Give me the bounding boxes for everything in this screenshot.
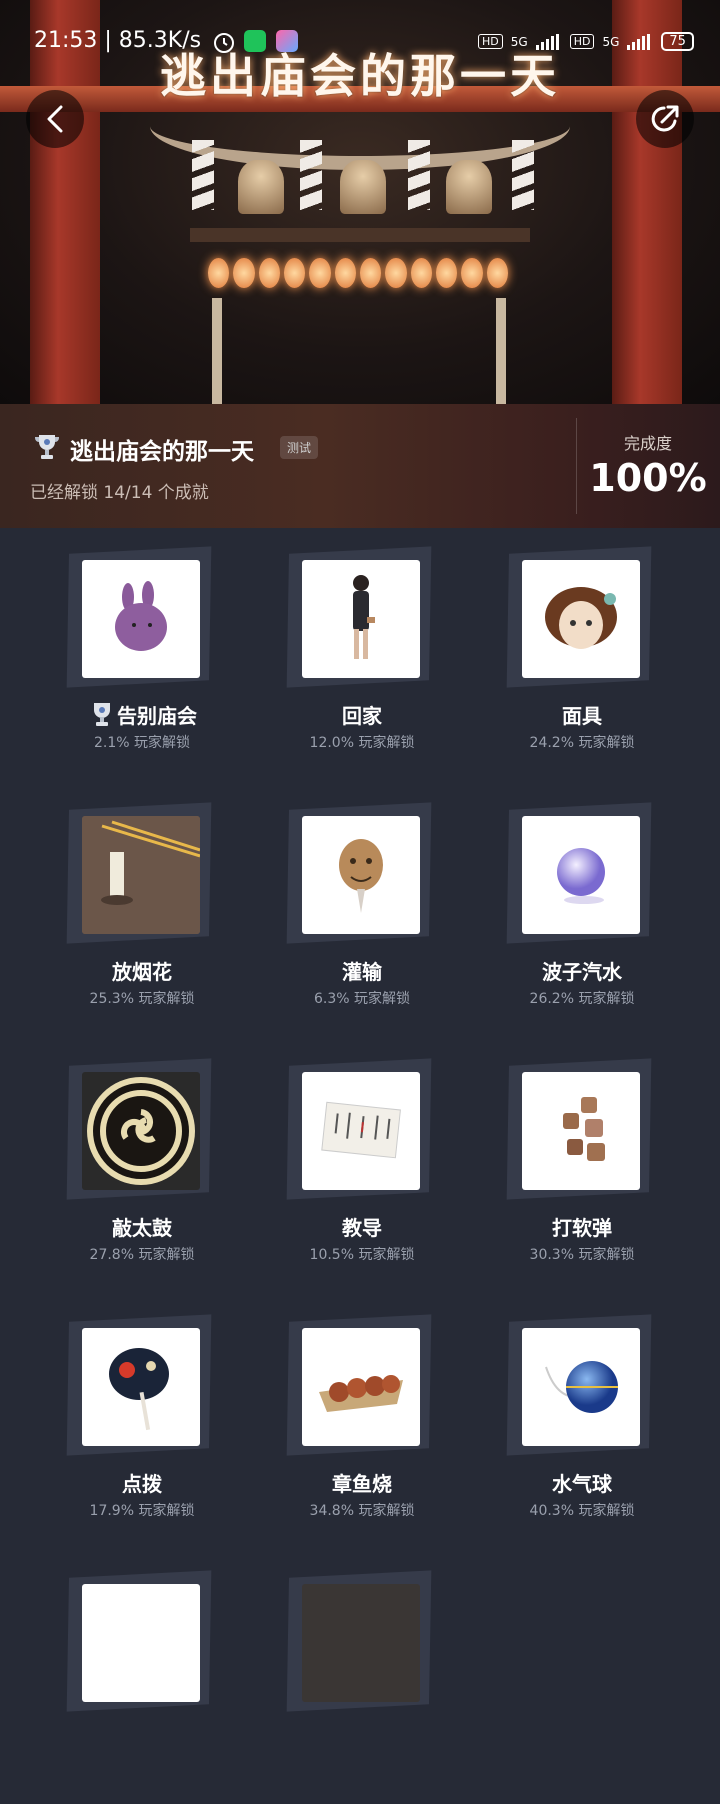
achievement-item[interactable]: 水气球 40.3% 玩家解锁 <box>506 1314 720 1548</box>
achievement-percent: 26.2% 玩家解锁 <box>529 991 635 1007</box>
status-time: 21:53 | 85.3K/s <box>34 28 202 53</box>
bell-icon <box>340 160 386 214</box>
trophy-icon <box>94 703 110 726</box>
achievement-percent: 30.3% 玩家解锁 <box>529 1247 635 1263</box>
share-icon <box>651 105 679 132</box>
shide-paper-icon <box>300 140 322 210</box>
wechat-icon <box>244 30 266 52</box>
candle-sparkler-icon <box>82 816 200 934</box>
shide-paper-icon <box>192 140 214 210</box>
achievement-title: 打软弹 <box>552 1216 612 1240</box>
signal-icon <box>627 33 651 50</box>
water-balloon-icon <box>522 1328 640 1446</box>
share-button[interactable] <box>636 90 694 148</box>
achievement-title: 告别庙会 <box>117 704 197 728</box>
purple-rabbit-icon <box>82 560 200 678</box>
old-man-mask-icon <box>302 816 420 934</box>
achievement-percent: 17.9% 玩家解锁 <box>89 1503 195 1519</box>
achievement-item[interactable]: 打软弹 30.3% 玩家解锁 <box>506 1058 720 1292</box>
signal-icon <box>535 33 559 50</box>
shrine-post <box>212 298 222 404</box>
achievement-title: 水气球 <box>552 1472 612 1496</box>
game-banner: 逃出庙会的那一天 <box>0 0 720 404</box>
bell-icon <box>238 160 284 214</box>
doll-mask-icon <box>522 560 640 678</box>
completion-value: 100% <box>589 456 707 500</box>
battery-icon: 75 <box>661 32 694 51</box>
trophy-icon <box>32 432 62 466</box>
achievement-title: 灌输 <box>342 960 382 984</box>
achievement-percent: 27.8% 玩家解锁 <box>89 1247 195 1263</box>
chevron-left-icon <box>47 105 63 133</box>
achievement-item[interactable] <box>66 1570 282 1804</box>
achievement-percent: 12.0% 玩家解锁 <box>309 735 415 751</box>
achievement-percent: 25.3% 玩家解锁 <box>89 991 195 1007</box>
achievement-item[interactable]: 回家 12.0% 玩家解锁 <box>286 546 502 780</box>
achievement-item[interactable]: 敲太鼓 27.8% 玩家解锁 <box>66 1058 282 1292</box>
hd-badge: HD <box>569 34 595 49</box>
achievement-percent: 34.8% 玩家解锁 <box>309 1503 415 1519</box>
back-button[interactable] <box>26 90 84 148</box>
status-bar: 21:53 | 85.3K/s HD 5G HD 5G 75 <box>0 26 720 60</box>
lantern-row <box>208 258 508 288</box>
achievement-item[interactable]: 放烟花 25.3% 玩家解锁 <box>66 802 282 1036</box>
shrine-beam <box>190 228 530 242</box>
achievement-title: 敲太鼓 <box>112 1216 172 1240</box>
note-paper-icon <box>302 1072 420 1190</box>
girl-walking-icon <box>302 560 420 678</box>
achievement-item[interactable]: 点拨 17.9% 玩家解锁 <box>66 1314 282 1548</box>
hd-badge: HD <box>478 34 503 49</box>
achievement-card <box>82 1584 200 1702</box>
achievement-title: 点拨 <box>122 1472 162 1496</box>
achievement-percent: 24.2% 玩家解锁 <box>529 735 635 751</box>
game-info-bar: 逃出庙会的那一天 测试 已经解锁 14/14 个成就 完成度 100% <box>0 404 720 528</box>
test-tag: 测试 <box>280 436 319 459</box>
achievement-item[interactable]: 教导 10.5% 玩家解锁 <box>286 1058 502 1292</box>
achievement-title: 章鱼烧 <box>332 1472 392 1496</box>
achievement-item[interactable]: 灌输 6.3% 玩家解锁 <box>286 802 502 1036</box>
achievement-item[interactable]: 面具 24.2% 玩家解锁 <box>506 546 720 780</box>
uchiwa-fan-icon <box>82 1328 200 1446</box>
achievement-percent: 6.3% 玩家解锁 <box>313 991 411 1007</box>
achievement-title: 面具 <box>562 704 602 728</box>
takoyaki-icon <box>302 1328 420 1446</box>
shide-paper-icon <box>512 140 534 210</box>
game-name: 逃出庙会的那一天 <box>70 439 254 465</box>
completion-label: 完成度 <box>623 434 672 453</box>
glass-marble-icon <box>522 816 640 934</box>
network-5g-label: 5G <box>510 34 528 49</box>
app-notification-icon <box>276 30 298 52</box>
achievement-item[interactable] <box>286 1570 502 1804</box>
achievement-title: 教导 <box>342 1216 382 1240</box>
bell-icon <box>446 160 492 214</box>
unlocked-count: 已经解锁 14/14 个成就 <box>30 483 209 503</box>
achievement-card <box>302 1584 420 1702</box>
status-icons: HD 5G HD 5G 75 <box>478 32 694 51</box>
taiko-drum-icon <box>82 1072 200 1190</box>
achievement-item[interactable]: 章鱼烧 34.8% 玩家解锁 <box>286 1314 502 1548</box>
achievement-percent: 2.1% 玩家解锁 <box>93 735 191 751</box>
alarm-icon <box>212 30 236 60</box>
achievement-item[interactable]: 告别庙会 2.1% 玩家解锁 <box>66 546 282 780</box>
achievement-percent: 40.3% 玩家解锁 <box>529 1503 635 1519</box>
achievement-title: 波子汽水 <box>542 960 622 984</box>
achievement-item[interactable]: 波子汽水 26.2% 玩家解锁 <box>506 802 720 1036</box>
shide-paper-icon <box>408 140 430 210</box>
achievement-title: 放烟花 <box>112 960 172 984</box>
shrine-post <box>496 298 506 404</box>
network-5g-label: 5G <box>602 34 620 49</box>
achievement-title: 回家 <box>342 704 382 728</box>
achievement-percent: 10.5% 玩家解锁 <box>309 1247 415 1263</box>
cork-pellets-icon <box>522 1072 640 1190</box>
